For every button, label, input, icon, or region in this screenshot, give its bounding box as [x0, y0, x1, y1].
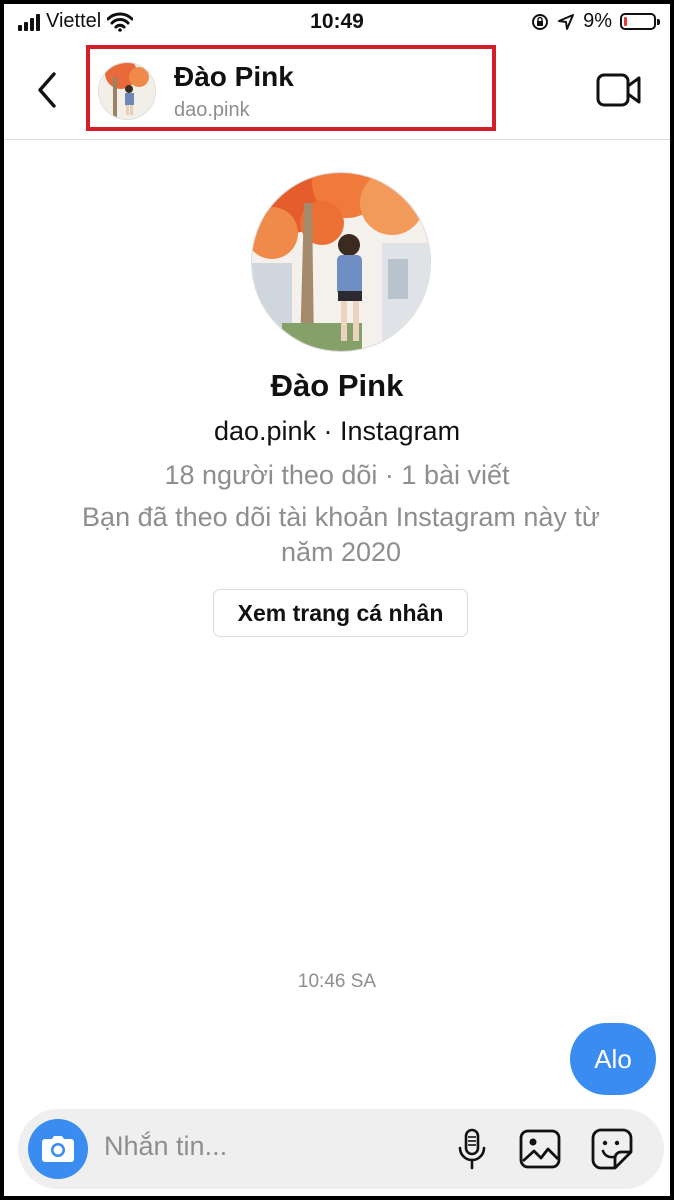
chat-header: Đào Pink dao.pink — [4, 42, 670, 140]
camera-button[interactable] — [28, 1119, 88, 1179]
sent-message-bubble[interactable]: Alo — [570, 1023, 656, 1095]
header-avatar[interactable] — [98, 62, 156, 120]
view-profile-button[interactable]: Xem trang cá nhân — [213, 589, 468, 637]
microphone-button[interactable] — [450, 1127, 494, 1171]
location-icon — [558, 13, 575, 30]
profile-subtitle: dao.pink · Instagram — [213, 416, 461, 446]
orientation-lock-icon — [532, 13, 549, 30]
header-username: dao.pink — [174, 99, 250, 121]
video-call-icon[interactable] — [596, 72, 642, 108]
profile-name: Đào Pink — [270, 368, 404, 403]
message-composer[interactable]: Nhắn tin... — [18, 1109, 664, 1189]
microphone-icon — [458, 1128, 486, 1170]
battery-icon — [620, 13, 660, 30]
back-chevron-icon[interactable] — [28, 66, 68, 114]
gallery-icon — [519, 1129, 561, 1169]
camera-icon — [42, 1136, 74, 1162]
message-input[interactable]: Nhắn tin... — [104, 1131, 227, 1162]
message-timestamp: 10:46 SA — [297, 971, 377, 992]
gallery-button[interactable] — [518, 1127, 562, 1171]
header-name[interactable]: Đào Pink — [174, 61, 294, 93]
sticker-button[interactable] — [590, 1127, 634, 1171]
battery-fill — [624, 17, 627, 26]
sticker-icon — [591, 1128, 633, 1170]
battery-percent: 9% — [583, 10, 612, 32]
follow-note: Bạn đã theo dõi tài khoản Instagram này … — [82, 502, 600, 567]
screen: Viettel 10:49 9% Đào Pink dao.pink Đào P… — [0, 0, 674, 1200]
profile-avatar[interactable] — [251, 172, 431, 352]
profile-stats: 18 người theo dõi · 1 bài viết — [164, 460, 510, 490]
status-bar: Viettel 10:49 9% — [4, 4, 670, 40]
